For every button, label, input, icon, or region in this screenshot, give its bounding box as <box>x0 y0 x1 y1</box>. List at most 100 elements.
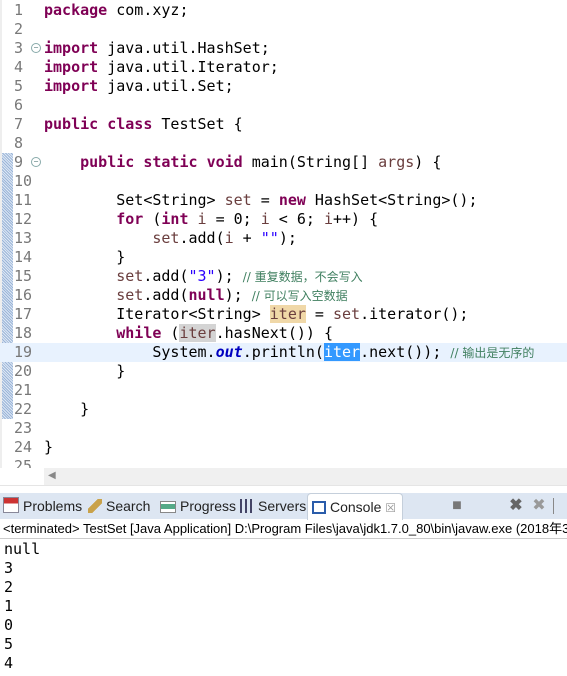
code-token: } <box>44 248 126 266</box>
code-token: set <box>152 229 180 247</box>
code-token: System. <box>44 343 216 361</box>
console-line: 1 <box>4 597 14 615</box>
code-editor[interactable]: 1 package com.xyz; 2 3− import java.util.Has… <box>0 0 567 468</box>
code-line[interactable]: 17 Iterator<String> iter = set.iterator(… <box>0 305 567 324</box>
code-line[interactable]: 25 <box>0 457 567 468</box>
code-token: = <box>305 305 333 323</box>
code-line[interactable]: 9− public static void main(String[] args… <box>0 153 567 172</box>
code-line[interactable]: 16 set.add(null); // 可以写入空数据 <box>0 286 567 305</box>
code-token: int <box>161 210 189 228</box>
code-token: i <box>197 210 207 228</box>
code-token: // <box>251 289 264 303</box>
code-line[interactable]: 7 public class TestSet { <box>0 115 567 134</box>
code-token: java.util.Iterator; <box>98 58 279 76</box>
code-token: .println( <box>242 343 324 361</box>
code-token: + <box>233 229 261 247</box>
toolbar-divider <box>553 498 554 514</box>
terminate-icon[interactable]: ■ <box>449 498 465 514</box>
line-number: 6 <box>14 96 24 114</box>
line-number: 25 <box>14 457 33 468</box>
fold-toggle-icon[interactable]: − <box>31 157 41 167</box>
close-tab-icon[interactable]: ☒ <box>385 501 396 515</box>
code-token: public <box>80 153 135 171</box>
code-line[interactable]: 19 System.out.println(iter.next()); // 输… <box>0 343 567 362</box>
servers-icon <box>240 499 254 513</box>
code-line[interactable]: 14 } <box>0 248 567 267</box>
code-line[interactable]: 8 <box>0 134 567 153</box>
code-text: public class TestSet { <box>44 115 243 134</box>
horizontal-scrollbar[interactable]: ◀ <box>44 468 567 485</box>
line-number: 20 <box>14 362 33 380</box>
console-output[interactable]: null 3 2 1 0 5 4 <box>4 540 40 673</box>
tab-servers[interactable]: Servers <box>240 493 306 519</box>
remove-all-terminated-icon[interactable]: ✖ <box>531 498 547 514</box>
code-line[interactable]: 18 while (iter.hasNext()) { <box>0 324 567 343</box>
code-token: .add( <box>143 267 189 285</box>
code-line[interactable]: 20 } <box>0 362 567 381</box>
code-token: Set<String> <box>44 191 225 209</box>
tab-label: Console <box>330 499 382 515</box>
code-line[interactable]: 1 package com.xyz; <box>0 1 567 20</box>
code-token: .next()); <box>360 343 451 361</box>
code-line[interactable]: 13 set.add(i + ""); <box>0 229 567 248</box>
code-line[interactable]: 4 import java.util.Iterator; <box>0 58 567 77</box>
code-token: TestSet { <box>152 115 243 133</box>
console-line: 5 <box>4 635 14 653</box>
code-text: import java.util.Set; <box>44 77 234 96</box>
code-line[interactable]: 22 } <box>0 400 567 419</box>
code-line[interactable]: 10 <box>0 172 567 191</box>
console-line: null <box>4 540 41 558</box>
code-token: java.util.Set; <box>98 77 234 95</box>
line-number: 5 <box>14 77 24 95</box>
tab-label: Problems <box>23 498 83 514</box>
code-line[interactable]: 21 <box>0 381 567 400</box>
line-number: 24 <box>14 438 33 456</box>
code-line[interactable]: 3− import java.util.HashSet; <box>0 39 567 58</box>
code-line[interactable]: 12 for (int i = 0; i < 6; i++) { <box>0 210 567 229</box>
code-text: set.add(i + ""); <box>44 229 297 248</box>
tab-search[interactable]: Search <box>88 493 150 519</box>
code-token: static <box>143 153 198 171</box>
code-token: public <box>44 115 99 133</box>
code-token: "3" <box>188 267 216 285</box>
scroll-left-icon[interactable]: ◀ <box>48 470 56 481</box>
code-line[interactable]: 15 set.add("3"); // 重复数据，不会写入 <box>0 267 567 286</box>
code-line[interactable]: 11 Set<String> set = new HashSet<String>… <box>0 191 567 210</box>
line-number: 16 <box>14 286 33 304</box>
code-token: args <box>378 153 415 171</box>
remove-launch-icon[interactable]: ✖ <box>508 498 524 514</box>
tab-console[interactable]: Console ☒ <box>307 493 404 520</box>
problems-icon <box>3 497 19 513</box>
code-token: } <box>44 438 54 456</box>
line-number: 17 <box>14 305 33 323</box>
tab-problems[interactable]: Problems <box>3 493 82 519</box>
code-text: for (int i = 0; i < 6; i++) { <box>44 210 378 229</box>
code-token: 重复数据，不会写入 <box>254 270 363 284</box>
code-token: void <box>206 153 243 171</box>
code-line[interactable]: 2 <box>0 20 567 39</box>
line-number: 12 <box>14 210 33 228</box>
code-token: set <box>116 267 144 285</box>
tab-label: Servers <box>258 498 307 514</box>
code-token: i <box>224 229 234 247</box>
code-line[interactable]: 23 <box>0 419 567 438</box>
code-text: } <box>44 362 125 381</box>
code-token: .iterator(); <box>360 305 469 323</box>
code-line[interactable]: 6 <box>0 96 567 115</box>
code-line[interactable]: 24} <box>0 438 567 457</box>
fold-toggle-icon[interactable]: − <box>31 43 41 53</box>
code-token: out <box>215 343 243 361</box>
code-token: .add( <box>143 286 189 304</box>
tab-progress[interactable]: Progress <box>160 493 236 519</box>
console-line: 3 <box>4 559 14 577</box>
tab-label: Progress <box>180 498 237 514</box>
code-token: .add( <box>179 229 225 247</box>
code-line[interactable]: 5 import java.util.Set; <box>0 77 567 96</box>
code-token: package <box>44 1 108 19</box>
